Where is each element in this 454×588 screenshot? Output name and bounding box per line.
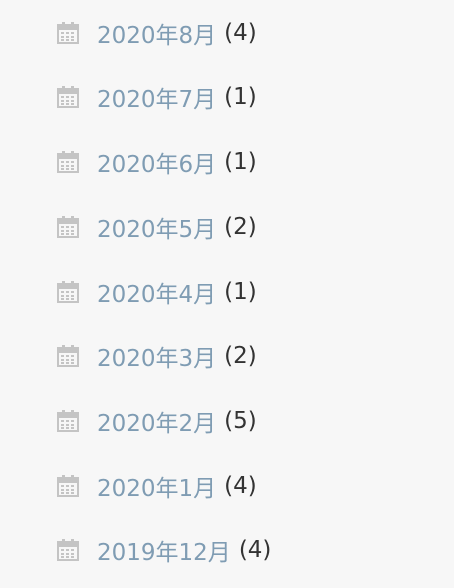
- archive-count: (1): [224, 279, 257, 305]
- archive-item-2020-01: 2020年1月 (4): [57, 469, 257, 503]
- archive-item-2020-02: 2020年2月 (5): [57, 404, 257, 438]
- calendar-icon: [57, 86, 79, 108]
- calendar-icon: [57, 475, 79, 497]
- archive-link[interactable]: 2020年5月: [97, 210, 216, 244]
- calendar-icon: [57, 216, 79, 238]
- archive-item-2020-05: 2020年5月 (2): [57, 210, 257, 244]
- archive-item-2019-12: 2019年12月 (4): [57, 533, 272, 567]
- archive-link[interactable]: 2020年2月: [97, 404, 216, 438]
- archive-link[interactable]: 2020年8月: [97, 16, 216, 50]
- archive-link[interactable]: 2019年12月: [97, 533, 231, 567]
- calendar-icon: [57, 151, 79, 173]
- archive-link[interactable]: 2020年7月: [97, 80, 216, 114]
- archive-item-2020-07: 2020年7月 (1): [57, 80, 257, 114]
- archive-count: (2): [224, 343, 257, 369]
- archive-count: (1): [224, 149, 257, 175]
- calendar-icon: [57, 410, 79, 432]
- archive-item-2020-06: 2020年6月 (1): [57, 145, 257, 179]
- archive-item-2020-03: 2020年3月 (2): [57, 339, 257, 373]
- archive-count: (1): [224, 84, 257, 110]
- archive-count: (5): [224, 408, 257, 434]
- archive-count: (4): [238, 537, 272, 563]
- archive-count: (4): [224, 20, 257, 46]
- archive-item-2020-08: 2020年8月 (4): [57, 16, 257, 50]
- archive-item-2020-04: 2020年4月 (1): [57, 275, 257, 309]
- calendar-icon: [57, 22, 79, 44]
- archive-link[interactable]: 2020年6月: [97, 145, 216, 179]
- archive-count: (4): [224, 473, 257, 499]
- calendar-icon: [57, 345, 79, 367]
- archive-link[interactable]: 2020年4月: [97, 275, 216, 309]
- archive-link[interactable]: 2020年1月: [97, 469, 216, 503]
- calendar-icon: [57, 281, 79, 303]
- archive-count: (2): [224, 214, 257, 240]
- archive-link[interactable]: 2020年3月: [97, 339, 216, 373]
- calendar-icon: [57, 539, 79, 561]
